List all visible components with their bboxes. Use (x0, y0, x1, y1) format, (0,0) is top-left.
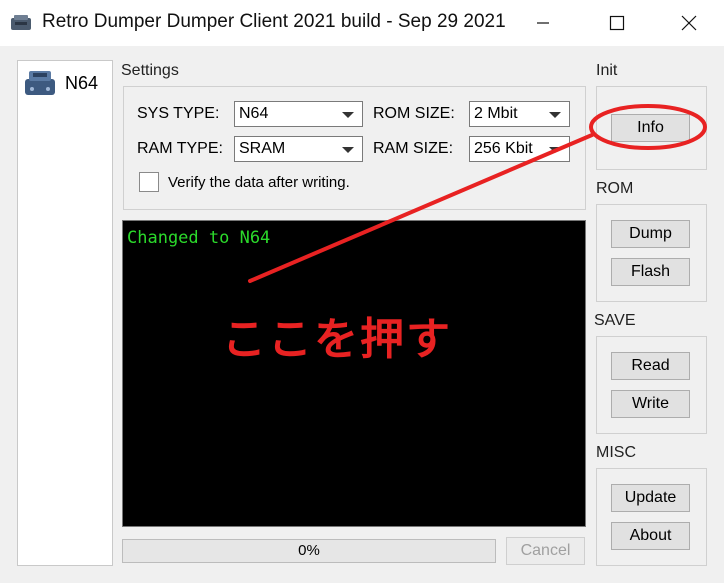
minimize-button[interactable] (520, 0, 566, 46)
save-group-label: SAVE (594, 312, 636, 329)
info-button[interactable]: Info (611, 114, 690, 142)
cancel-button[interactable]: Cancel (506, 537, 585, 565)
system-item-label: N64 (65, 72, 99, 93)
ram-size-value: 256 Kbit (474, 140, 533, 157)
close-button[interactable] (666, 0, 712, 46)
annotation-text: ここを押す (222, 315, 452, 364)
dump-button[interactable]: Dump (611, 220, 690, 248)
ram-size-label: RAM SIZE: (373, 140, 454, 157)
log-line: Changed to N64 (127, 228, 271, 248)
init-group-label: Init (596, 62, 618, 79)
close-icon (681, 15, 697, 31)
system-list: N64 (17, 60, 113, 566)
misc-panel (596, 468, 707, 566)
chevron-down-icon (549, 147, 561, 153)
read-button[interactable]: Read (611, 352, 690, 380)
sys-type-value: N64 (239, 105, 269, 122)
chevron-down-icon (342, 112, 354, 118)
save-panel (596, 336, 707, 434)
verify-checkbox[interactable] (139, 172, 159, 192)
console-app-icon (11, 15, 31, 30)
flash-button[interactable]: Flash (611, 258, 690, 286)
rom-size-select[interactable]: 2 Mbit (469, 101, 570, 127)
progress-bar: 0% (122, 539, 496, 563)
n64-console-icon (25, 71, 55, 95)
minimize-icon (537, 22, 549, 24)
about-button[interactable]: About (611, 522, 690, 550)
rom-size-value: 2 Mbit (474, 105, 518, 122)
ram-type-label: RAM TYPE: (137, 140, 223, 157)
title-bar: Retro Dumper Dumper Client 2021 build - … (0, 0, 724, 46)
sys-type-select[interactable]: N64 (234, 101, 363, 127)
update-button[interactable]: Update (611, 484, 690, 512)
rom-panel (596, 204, 707, 302)
maximize-button[interactable] (594, 0, 640, 46)
ram-size-select[interactable]: 256 Kbit (469, 136, 570, 162)
window-title: Retro Dumper Dumper Client 2021 build - … (42, 11, 506, 32)
write-button[interactable]: Write (611, 390, 690, 418)
settings-group-label: Settings (121, 62, 179, 79)
chevron-down-icon (549, 112, 561, 118)
ram-type-value: SRAM (239, 140, 286, 157)
maximize-icon (609, 15, 625, 31)
rom-group-label: ROM (596, 180, 634, 197)
ram-type-select[interactable]: SRAM (234, 136, 363, 162)
progress-text: 0% (298, 542, 320, 559)
verify-checkbox-label[interactable]: Verify the data after writing. (168, 174, 350, 191)
system-item-n64[interactable]: N64 (20, 63, 110, 103)
sys-type-label: SYS TYPE: (137, 105, 220, 122)
rom-size-label: ROM SIZE: (373, 105, 455, 122)
misc-group-label: MISC (596, 444, 636, 461)
chevron-down-icon (342, 147, 354, 153)
log-console: Changed to N64 (122, 220, 586, 527)
